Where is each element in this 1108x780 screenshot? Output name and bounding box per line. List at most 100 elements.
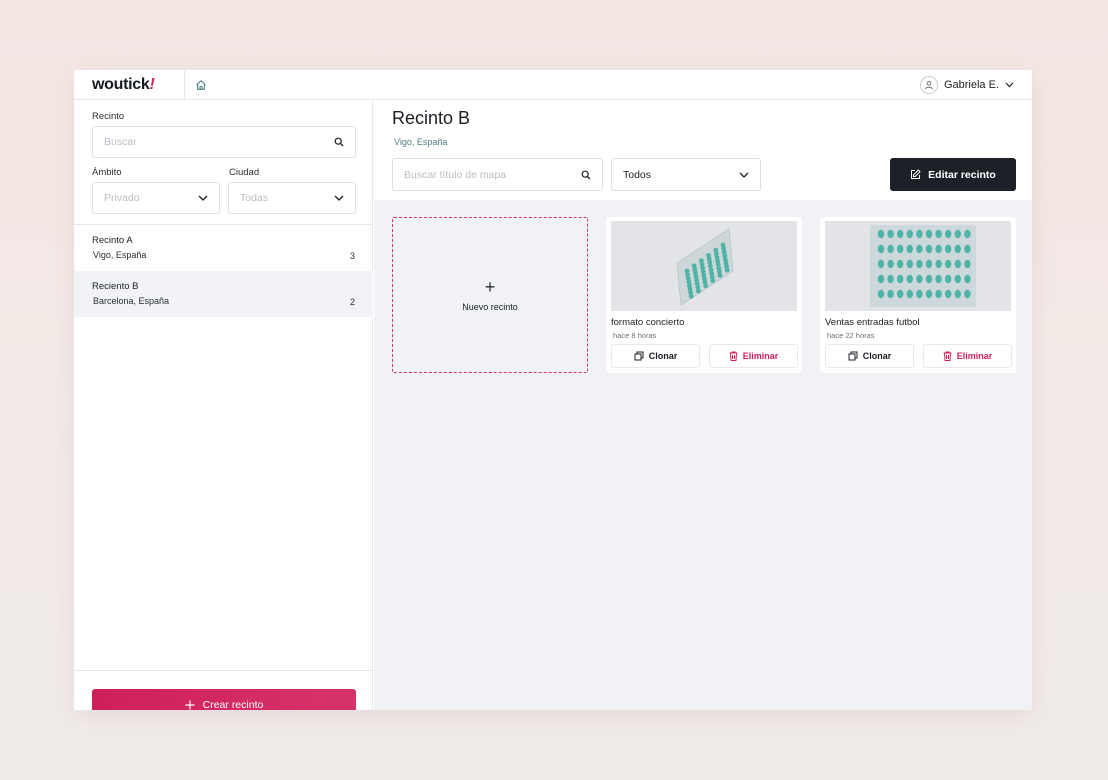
page-title: Recinto B [392, 108, 471, 128]
seat-dot [964, 259, 971, 269]
new-map-label: Nuevo recinto [462, 302, 518, 312]
map-timestamp: hace 8 horas [613, 331, 657, 340]
seat-dot [935, 289, 942, 299]
seat-dot [906, 274, 913, 284]
seat-dot [877, 274, 885, 284]
seat-dot [945, 229, 952, 239]
sidebar-footer-divider [74, 670, 373, 671]
seat-dot [887, 274, 894, 284]
sidebar: Recinto Buscar Ámbito Privado Ciudad Tod… [74, 100, 373, 710]
map-filter-select[interactable]: Todos [611, 158, 761, 191]
map-card[interactable]: Ventas entradas futbol hace 22 horas Clo… [820, 217, 1016, 373]
user-menu[interactable]: Gabriela E. [919, 75, 1014, 95]
plus-icon: + [484, 277, 496, 297]
ambito-select[interactable]: Privado [92, 182, 220, 214]
seat-dot [696, 288, 701, 294]
venue-search-placeholder: Buscar [104, 136, 137, 148]
ambito-value: Privado [104, 192, 140, 204]
venue-item-recinto-a[interactable]: Recinto A Vigo, España 3 [74, 225, 373, 271]
edit-icon [911, 169, 921, 179]
new-map-card[interactable]: + Nuevo recinto [392, 217, 588, 373]
seat-dot [688, 293, 694, 299]
seat-map-preview [870, 225, 976, 307]
seat-dot [877, 229, 885, 239]
seat-dot [925, 244, 933, 254]
seat-dot [945, 289, 952, 299]
home-button[interactable] [184, 70, 216, 100]
seat-dot [916, 229, 923, 239]
seat-dot [877, 244, 885, 254]
seat-dot [916, 289, 923, 299]
chevron-down-icon [1005, 82, 1014, 88]
seat-dot [916, 259, 923, 269]
seat-dot [897, 229, 904, 239]
venue-name: Recinto A [92, 235, 133, 246]
venue-city: Barcelona, España [93, 296, 170, 306]
seat-dot [945, 259, 952, 269]
clone-icon [634, 351, 644, 361]
seat-dot [945, 244, 952, 254]
maps-grid: + Nuevo recinto formato concierto hace 8… [374, 200, 1032, 710]
seat-dot [887, 259, 894, 269]
edit-venue-label: Editar recinto [928, 168, 996, 181]
seat-dot [935, 259, 942, 269]
seat-dot [717, 273, 723, 278]
venue-item-reciento-b[interactable]: Reciento B Barcelona, España 2 [74, 271, 373, 317]
venue-search-input[interactable]: Buscar [92, 126, 356, 158]
ambito-label: Ámbito [92, 167, 122, 178]
seat-dot [935, 244, 942, 254]
top-bar: woutick! Gabriela E. [74, 70, 1032, 100]
logo-text: woutick [92, 76, 150, 93]
seat-dot [906, 244, 913, 254]
map-search-input[interactable]: Buscar título de mapa [392, 158, 603, 191]
seat-dot [954, 244, 961, 254]
seat-dot [887, 244, 894, 254]
chevron-down-icon [739, 172, 749, 178]
seat-dot [925, 259, 933, 269]
trash-icon [943, 351, 952, 361]
woutick-logo[interactable]: woutick! [92, 76, 155, 94]
seat-dot [897, 259, 904, 269]
seat-dot [906, 229, 913, 239]
seat-dot [954, 274, 961, 284]
map-filter-value: Todos [623, 168, 652, 181]
user-name: Gabriela E. [943, 79, 999, 91]
clone-button[interactable]: Clonar [825, 344, 914, 368]
chevron-down-icon [198, 195, 208, 201]
ciudad-select[interactable]: Todas [228, 182, 356, 214]
venue-map-count: 3 [349, 251, 355, 261]
seat-dot [964, 274, 971, 284]
seat-dot [897, 289, 904, 299]
logo-accent: ! [149, 76, 155, 93]
seat-dot [945, 274, 952, 284]
venue-list: Recinto A Vigo, España 3 Reciento B Barc… [74, 224, 373, 317]
seat-dot [877, 259, 885, 269]
seat-dot [897, 274, 904, 284]
page-subtitle: Vigo, España [394, 137, 448, 147]
search-icon [581, 170, 591, 179]
seat-dot [954, 289, 961, 299]
seat-dot [724, 267, 730, 273]
seat-dot [964, 229, 971, 239]
delete-button[interactable]: Eliminar [709, 344, 798, 368]
seat-map-preview [676, 228, 734, 306]
search-icon [334, 137, 344, 147]
app-window: woutick! Gabriela E. Recinto Buscar Ámbi… [74, 70, 1032, 710]
venue-city: Vigo, España [93, 250, 147, 260]
ciudad-label: Ciudad [229, 167, 260, 178]
edit-venue-button[interactable]: Editar recinto [890, 158, 1016, 191]
seat-dot [906, 289, 913, 299]
map-thumbnail-football [825, 221, 1011, 311]
map-card[interactable]: formato concierto hace 8 horas Clonar El… [606, 217, 802, 373]
clone-button[interactable]: Clonar [611, 344, 700, 368]
map-title: Ventas entradas futbol [825, 317, 920, 328]
map-timestamp: hace 22 horas [827, 331, 875, 340]
seat-dot [897, 244, 904, 254]
delete-label: Eliminar [742, 351, 779, 361]
create-venue-button[interactable]: Crear recinto [92, 689, 356, 710]
delete-button[interactable]: Eliminar [923, 344, 1012, 368]
venue-map-count: 2 [349, 297, 355, 307]
seat-dot [935, 229, 942, 239]
clone-label: Clonar [862, 351, 892, 361]
trash-icon [729, 351, 738, 361]
